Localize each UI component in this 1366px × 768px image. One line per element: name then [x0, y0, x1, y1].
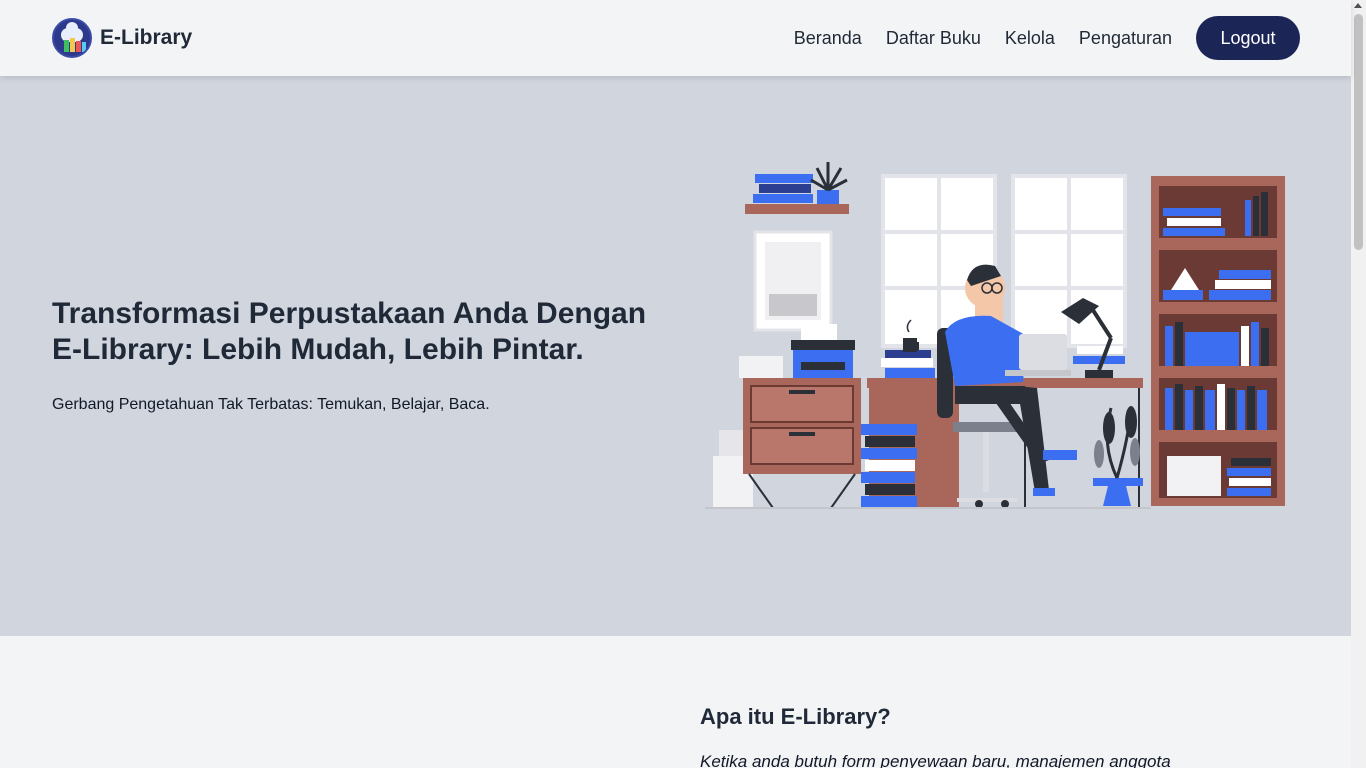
wall-picture: [753, 230, 833, 332]
typewriter: [791, 324, 855, 378]
library-workspace-illustration: [705, 162, 1285, 509]
wall-shelf: [745, 162, 849, 214]
nav-link-kelola[interactable]: Kelola: [1005, 28, 1055, 49]
nav-link-beranda[interactable]: Beranda: [794, 28, 862, 49]
hero-section: Transformasi Perpustakaan Anda Dengan E-…: [0, 76, 1351, 636]
scrollbar-thumb[interactable]: [1354, 14, 1363, 250]
logout-button[interactable]: Logout: [1196, 16, 1300, 60]
navbar: E-Library Beranda Daftar Buku Kelola Pen…: [0, 0, 1351, 76]
library-logo-icon: [52, 18, 92, 58]
about-section: Apa itu E-Library? Ketika anda butuh for…: [0, 636, 1351, 768]
brand[interactable]: E-Library: [52, 18, 192, 58]
about-title: Apa itu E-Library?: [700, 704, 891, 729]
hero-subtitle: Gerbang Pengetahuan Tak Terbatas: Temuka…: [52, 396, 490, 413]
bookcase: [1151, 176, 1285, 506]
window-right: [1011, 174, 1127, 348]
potted-plant: [1093, 406, 1143, 506]
about-text: Ketika anda butuh form penyewaan baru, m…: [700, 752, 1171, 768]
page-scrollbar[interactable]: [1351, 0, 1366, 768]
hero-title: Transformasi Perpustakaan Anda Dengan E-…: [52, 296, 692, 368]
hero-title-line-2: E-Library: Lebih Mudah, Lebih Pintar.: [52, 333, 584, 366]
nav-links: Beranda Daftar Buku Kelola Pengaturan Lo…: [794, 16, 1300, 60]
hero-title-line-1: Transformasi Perpustakaan Anda Dengan: [52, 297, 647, 330]
nav-link-pengaturan[interactable]: Pengaturan: [1079, 28, 1172, 49]
brand-name: E-Library: [100, 26, 193, 49]
scroll-up-arrow-icon[interactable]: [1354, 3, 1362, 8]
nav-link-daftar-buku[interactable]: Daftar Buku: [886, 28, 981, 49]
